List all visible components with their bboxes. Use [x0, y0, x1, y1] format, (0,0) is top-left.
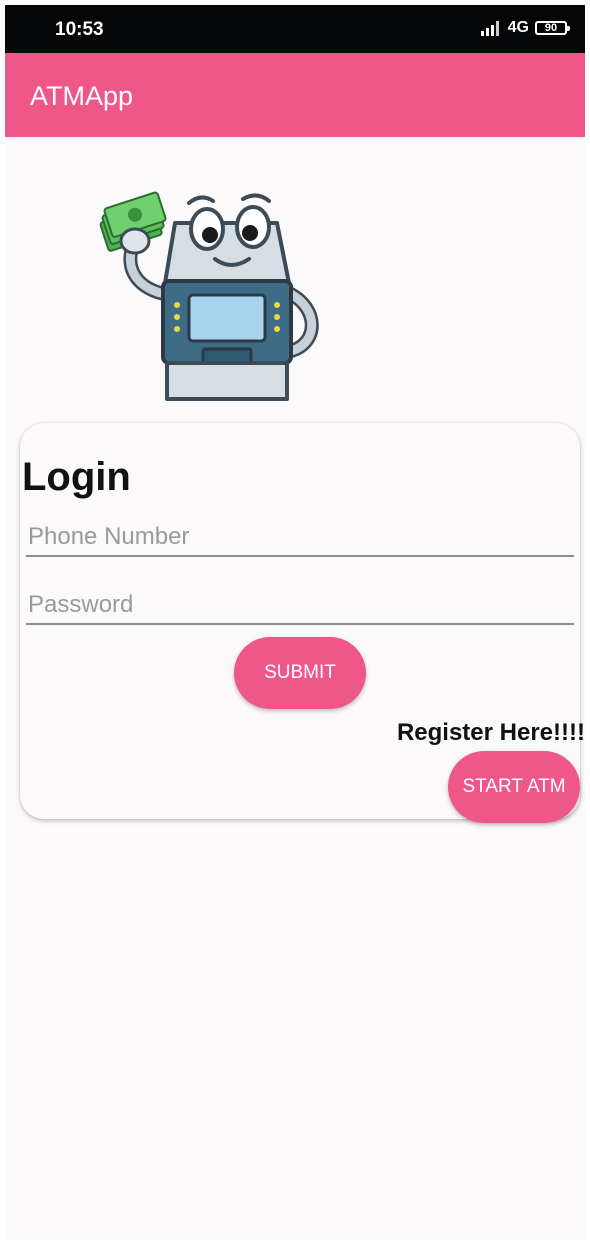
- status-bar: 10:53 4G 90: [5, 5, 585, 53]
- password-input[interactable]: [28, 591, 568, 619]
- signal-icon: [480, 21, 499, 36]
- app-screen: 10:53 4G 90 ATMApp Login Phone Number SU…: [5, 5, 585, 1240]
- login-title: Login: [22, 455, 131, 499]
- start-atm-button[interactable]: START ATM: [448, 751, 580, 823]
- network-label: 4G: [507, 19, 529, 36]
- app-title: ATMApp: [30, 81, 134, 111]
- register-here-text: Register Here!!!!: [396, 719, 585, 746]
- password-field: [26, 583, 574, 625]
- login-card: Login SUBMIT Register Here!!!! START ATM: [20, 423, 585, 823]
- battery-icon: 90: [535, 21, 570, 35]
- status-indicators: 4G 90: [480, 19, 570, 37]
- atm-mascot-icon: [99, 191, 319, 401]
- phone-number-input[interactable]: [28, 523, 568, 551]
- app-bar: ATMApp: [5, 53, 585, 137]
- submit-button[interactable]: SUBMIT: [234, 637, 366, 709]
- status-time: 10:53: [55, 19, 104, 40]
- phone-number-field: [26, 515, 574, 557]
